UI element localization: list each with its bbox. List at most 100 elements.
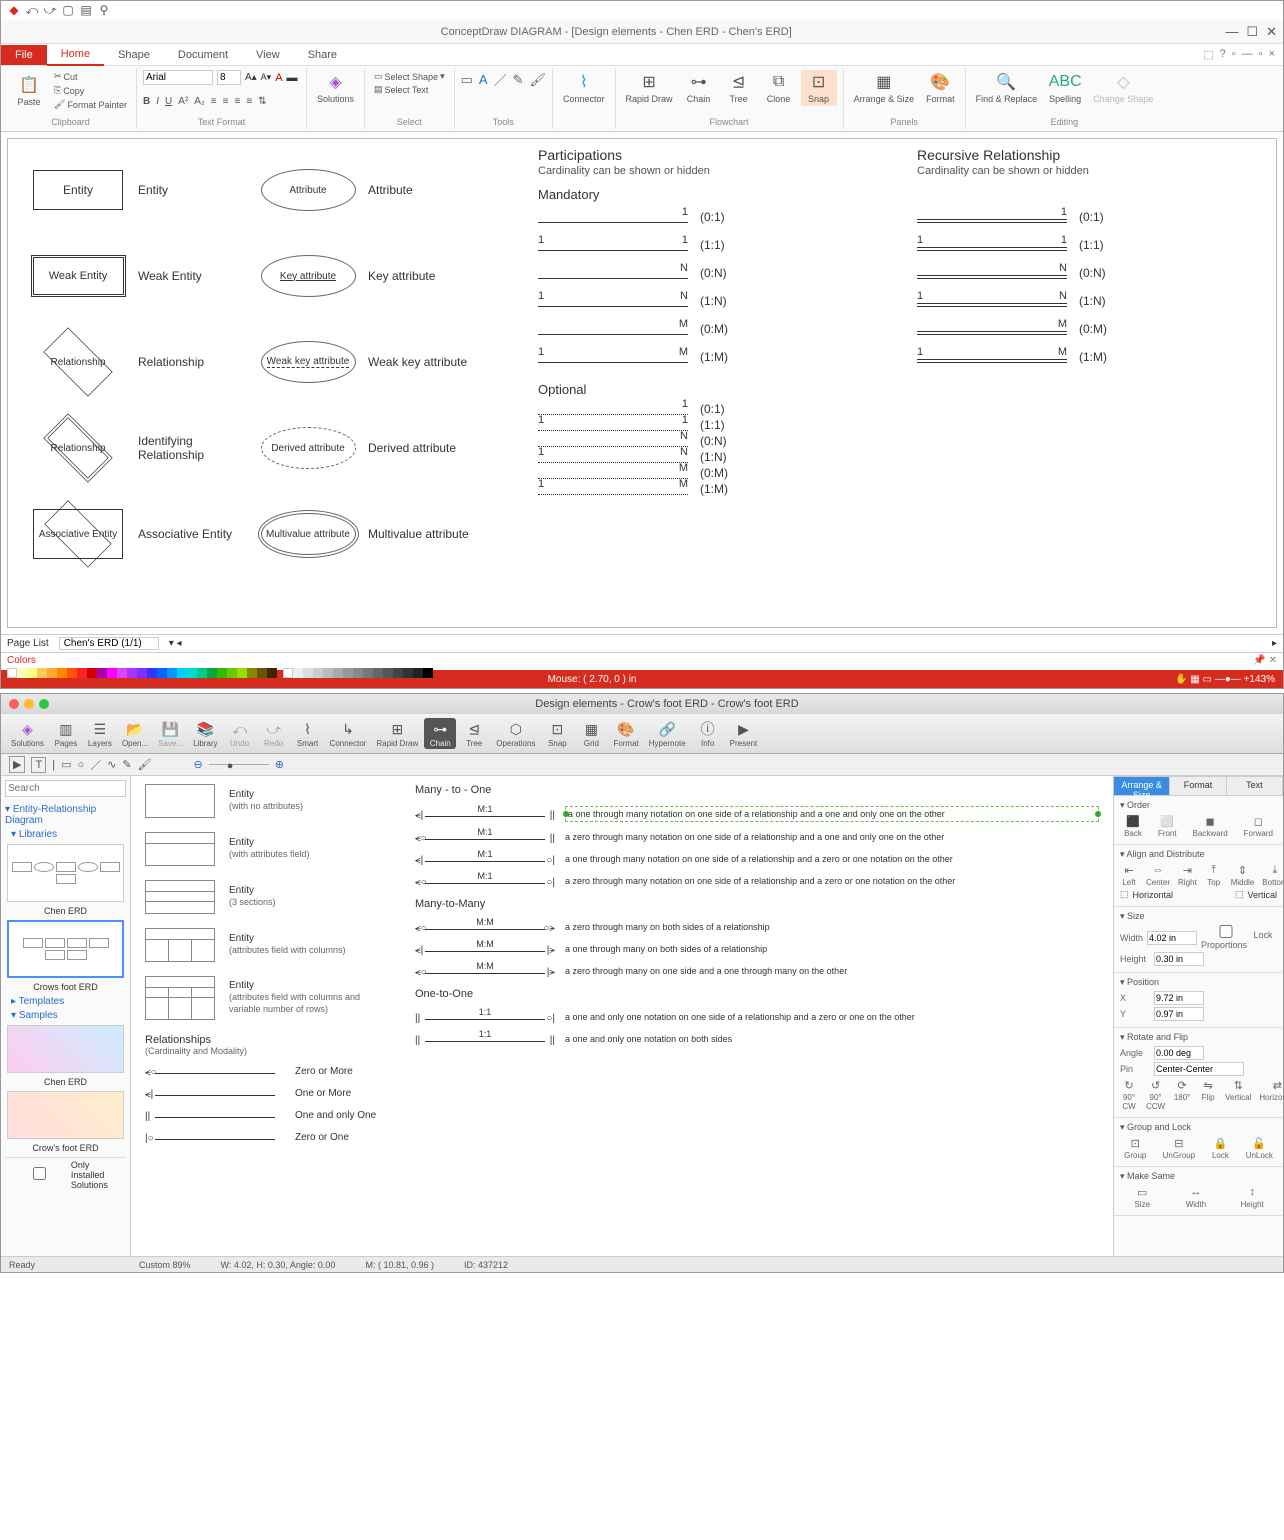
- text-tool2-icon[interactable]: T: [31, 757, 46, 773]
- key-attribute-shape[interactable]: Key attribute: [261, 255, 356, 297]
- brush-tool2-icon[interactable]: 🖌: [138, 758, 152, 771]
- page-prev-icon[interactable]: ▾ ◂: [169, 638, 182, 649]
- tb-info[interactable]: ⓘInfo: [692, 718, 724, 749]
- entity-shape[interactable]: Entity: [33, 170, 123, 210]
- chain-button[interactable]: ⊶Chain: [681, 70, 717, 106]
- sidebar-samples[interactable]: ▾ Samples: [11, 1010, 126, 1021]
- only-installed-checkbox[interactable]: Only Installed Solutions: [5, 1157, 126, 1192]
- tb-chain[interactable]: ⊶Chain: [424, 718, 456, 749]
- maximize-button[interactable]: ☐: [1246, 24, 1258, 40]
- shape-tab[interactable]: Shape: [104, 45, 164, 65]
- align-right[interactable]: ⇥Right: [1178, 863, 1197, 887]
- lib-crows-foot-erd[interactable]: [7, 920, 124, 978]
- tb-rapid[interactable]: ⊞Rapid Draw: [372, 718, 422, 749]
- tb-present[interactable]: ▶Present: [726, 718, 762, 749]
- qa-preview-icon[interactable]: ⚲: [97, 3, 111, 18]
- tb-solutions[interactable]: ◈Solutions: [7, 718, 48, 749]
- tb-format[interactable]: 🎨Format: [609, 718, 642, 749]
- tb-pages[interactable]: ▥Pages: [50, 718, 82, 749]
- solutions-button[interactable]: ◈Solutions: [313, 70, 358, 106]
- qa-save-icon[interactable]: ▤: [79, 3, 93, 18]
- rectangle-tool-icon[interactable]: ▭: [461, 72, 473, 88]
- entity-var-rows-shape[interactable]: [145, 976, 215, 1020]
- flip-h[interactable]: ⇄Horizontal: [1259, 1078, 1284, 1111]
- lock-proportions[interactable]: [1201, 925, 1251, 938]
- zoom-in-icon[interactable]: ⊕: [275, 758, 284, 771]
- align-right-icon[interactable]: ≡: [234, 96, 240, 107]
- increase-font-icon[interactable]: A▴: [245, 72, 257, 83]
- sidebar-libraries[interactable]: ▾ Libraries: [11, 829, 126, 840]
- flip-btn[interactable]: ⇋Flip: [1199, 1078, 1217, 1111]
- tb-redo[interactable]: ⤻Redo: [258, 718, 290, 749]
- multivalue-attribute-shape[interactable]: Multivalue attribute: [261, 513, 356, 555]
- group-btn[interactable]: ⊡Group: [1124, 1136, 1146, 1160]
- mac-minimize-button[interactable]: [24, 699, 34, 709]
- x-input[interactable]: [1154, 991, 1204, 1005]
- color-panel-close-icon[interactable]: 📌 ✕: [1253, 655, 1277, 666]
- underline-button[interactable]: U: [165, 96, 172, 107]
- format-panel-button[interactable]: 🎨Format: [922, 70, 959, 106]
- entity-columns-shape[interactable]: [145, 928, 215, 962]
- associative-entity-shape[interactable]: Associative Entity: [33, 509, 123, 559]
- change-shape-button[interactable]: ◇Change Shape: [1089, 70, 1157, 106]
- select-shape-button[interactable]: ▭ Select Shape ▾: [371, 70, 448, 83]
- qa-redo-icon[interactable]: ⤻: [43, 3, 57, 18]
- bold-button[interactable]: B: [143, 96, 150, 107]
- rect-tool-icon[interactable]: ▭: [61, 758, 71, 771]
- line-spacing-icon[interactable]: ⇅: [258, 96, 266, 107]
- align-middle[interactable]: ⇕Middle: [1231, 863, 1255, 887]
- pencil-tool2-icon[interactable]: ✎: [122, 758, 131, 771]
- sidebar-search[interactable]: [5, 780, 126, 797]
- height-input[interactable]: [1154, 952, 1204, 966]
- unlock-btn[interactable]: 🔓UnLock: [1246, 1136, 1273, 1160]
- entity-no-attr-shape[interactable]: [145, 784, 215, 818]
- copy-button[interactable]: ⎘ Copy: [51, 84, 130, 97]
- qa-new-icon[interactable]: ▢: [61, 3, 75, 18]
- weak-entity-shape[interactable]: Weak Entity: [31, 255, 126, 297]
- font-size-select[interactable]: [217, 70, 241, 85]
- tb-layers[interactable]: ☰Layers: [84, 718, 116, 749]
- same-width[interactable]: ↔Width: [1186, 1185, 1206, 1209]
- mac-canvas[interactable]: Entity(with no attributes) Entity(with a…: [131, 776, 1113, 1256]
- weak-key-attribute-shape[interactable]: Weak key attribute: [261, 341, 356, 383]
- find-replace-button[interactable]: 🔍Find & Replace: [972, 70, 1042, 106]
- zoom-level[interactable]: 143%: [1249, 674, 1275, 685]
- page-next-icon[interactable]: ▸: [1272, 638, 1277, 649]
- drawing-canvas[interactable]: Entity Entity Attribute Attribute Weak E…: [7, 138, 1277, 628]
- tb-grid[interactable]: ▦Grid: [575, 718, 607, 749]
- order-forward[interactable]: ◻Forward: [1244, 814, 1273, 838]
- clone-button[interactable]: ⧉Clone: [761, 70, 797, 106]
- align-left[interactable]: ⇤Left: [1120, 863, 1138, 887]
- order-front[interactable]: ⬜Front: [1158, 814, 1177, 838]
- rot-90cw[interactable]: ↻90° CW: [1120, 1078, 1138, 1111]
- select-text-button[interactable]: ▤ Select Text: [371, 83, 448, 96]
- zoom-out-icon[interactable]: ⊖: [194, 758, 203, 771]
- text-tool-icon[interactable]: A: [479, 72, 488, 87]
- tree-button[interactable]: ⊴Tree: [721, 70, 757, 106]
- y-input[interactable]: [1154, 1007, 1204, 1021]
- angle-input[interactable]: [1154, 1046, 1204, 1060]
- entity-3section-shape[interactable]: [145, 880, 215, 914]
- tb-save[interactable]: 💾Save...: [154, 718, 187, 749]
- spelling-button[interactable]: ABCSpelling: [1045, 70, 1085, 106]
- curve-tool-icon[interactable]: ∿: [107, 758, 116, 771]
- font-name-select[interactable]: [143, 70, 213, 85]
- entity-attr-shape[interactable]: [145, 832, 215, 866]
- ungroup-btn[interactable]: ⊟UnGroup: [1163, 1136, 1195, 1160]
- brush-tool-icon[interactable]: 🖌: [529, 72, 546, 88]
- format-painter-button[interactable]: 🖌 Format Painter: [51, 98, 130, 111]
- rot-180[interactable]: ⟳180°: [1173, 1078, 1191, 1111]
- decrease-font-icon[interactable]: A▾: [261, 72, 272, 83]
- connector-button[interactable]: ⌇Connector: [559, 70, 609, 106]
- sidebar-erd-header[interactable]: ▾ Entity-Relationship Diagram: [5, 804, 126, 826]
- format-tab[interactable]: Format: [1170, 776, 1226, 796]
- sidebar-templates[interactable]: ▸ Templates: [11, 996, 126, 1007]
- arrange-size-button[interactable]: ▦Arrange & Size: [850, 70, 919, 106]
- superscript-button[interactable]: A²: [178, 96, 188, 107]
- mac-close-button[interactable]: [9, 699, 19, 709]
- arrange-tab[interactable]: Arrange & Size: [1114, 776, 1170, 796]
- sample-chen[interactable]: [7, 1025, 124, 1073]
- mac-zoom-button[interactable]: [39, 699, 49, 709]
- collapse-ribbon-icon[interactable]: ▫: [1232, 48, 1236, 61]
- minimize-button[interactable]: —: [1225, 24, 1238, 40]
